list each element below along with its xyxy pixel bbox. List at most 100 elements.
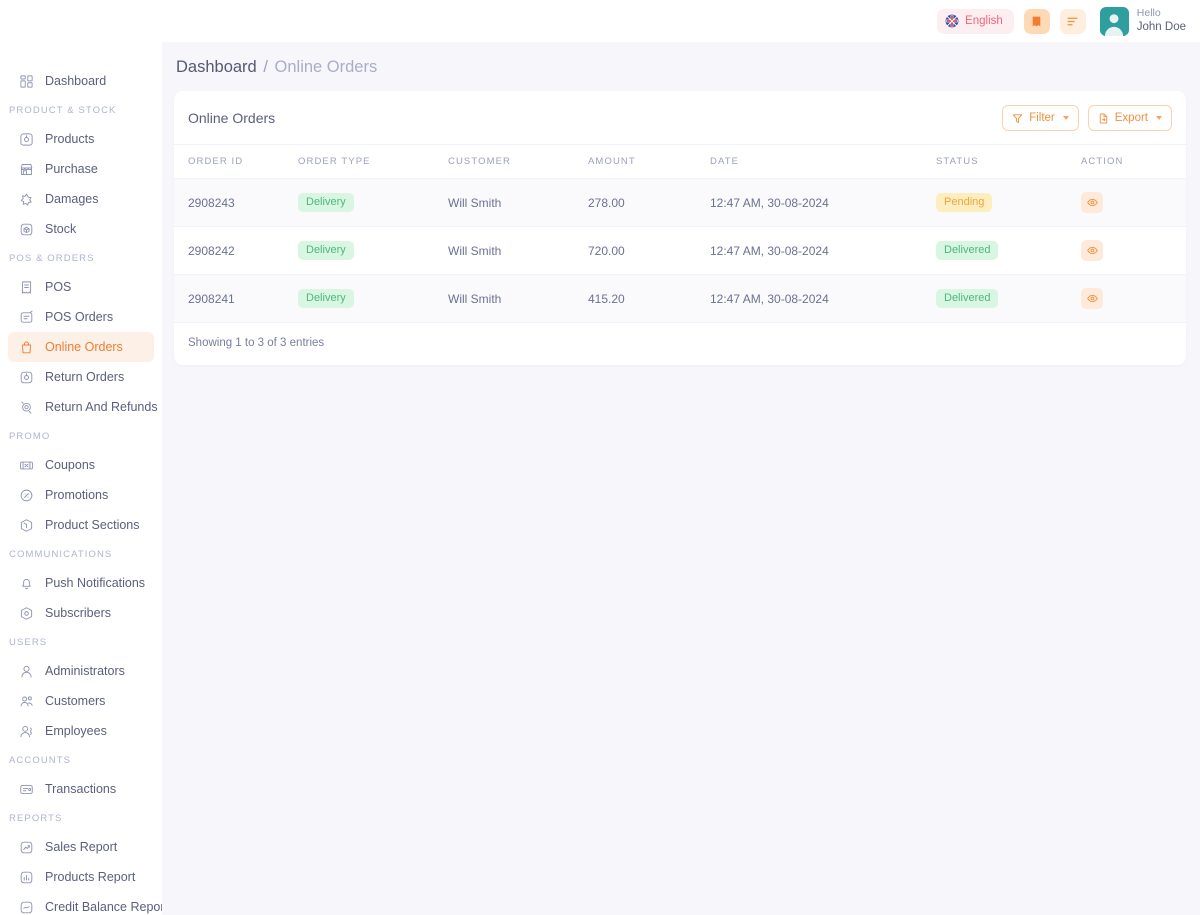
table-row[interactable]: 2908243 Delivery Will Smith 278.00 12:47 AM,… bbox=[174, 178, 1186, 227]
cell-action bbox=[1081, 178, 1186, 227]
sidebar-item-promotions[interactable]: Promotions bbox=[8, 480, 154, 510]
export-button[interactable]: Export bbox=[1087, 105, 1172, 131]
sidebar-item-transactions[interactable]: Transactions bbox=[8, 774, 154, 804]
cell-order-type: Delivery bbox=[298, 178, 448, 227]
cell-date: 12:47 AM, 30-08-2024 bbox=[710, 178, 936, 227]
sidebar-item-label: Return And Refunds bbox=[45, 400, 158, 414]
uk-flag-icon bbox=[945, 14, 959, 28]
card-title: Online Orders bbox=[188, 110, 276, 126]
sidebar-item-label: Product Sections bbox=[45, 518, 140, 532]
breadcrumb: Dashboard / Online Orders bbox=[174, 42, 1186, 91]
nav-section-title-promo: PROMO bbox=[9, 431, 51, 442]
sidebar-item-label: Purchase bbox=[45, 162, 98, 176]
nav-group: USERS Administrators Customers Employees bbox=[0, 636, 162, 746]
sidebar-item-label: Sales Report bbox=[45, 840, 118, 854]
filter-button[interactable]: Filter bbox=[1002, 105, 1079, 131]
online-orders-bag-icon bbox=[18, 339, 34, 355]
nav-group: Dashboard bbox=[0, 52, 162, 96]
user-text: Hello John Doe bbox=[1137, 7, 1186, 35]
book-icon-button[interactable] bbox=[1023, 8, 1050, 34]
sidebar-item-stock[interactable]: Stock bbox=[8, 214, 154, 244]
sidebar-item-pos-orders[interactable]: POS Orders bbox=[8, 302, 154, 332]
sidebar-item-label: Administrators bbox=[45, 664, 125, 678]
sidebar-item-pos[interactable]: POS bbox=[8, 272, 154, 302]
sidebar-item-label: Stock bbox=[45, 222, 77, 236]
nav-group: COMMUNICATIONS Push Notifications Subscrib… bbox=[0, 548, 162, 628]
sidebar-item-label: Dashboard bbox=[45, 74, 107, 88]
top-bar: English Hello John Doe bbox=[0, 0, 1200, 42]
funnel-icon bbox=[1012, 113, 1023, 124]
list-icon-button[interactable] bbox=[1059, 8, 1086, 34]
view-order-button[interactable] bbox=[1081, 192, 1103, 213]
nav-group: REPORTS Sales Report Products Report Credit… bbox=[0, 812, 162, 915]
return-orders-icon bbox=[18, 369, 34, 385]
user-menu[interactable]: Hello John Doe bbox=[1099, 6, 1186, 36]
sidebar-item-purchase[interactable]: Purchase bbox=[8, 154, 154, 184]
app-root: English Hello John Doe Dashboard PRODUCT… bbox=[0, 0, 1200, 915]
export-button-label: Export bbox=[1114, 112, 1148, 124]
sidebar-item-label: POS Orders bbox=[45, 310, 114, 324]
sidebar-item-online-orders[interactable]: Online Orders bbox=[8, 332, 154, 362]
product-box-icon bbox=[18, 131, 34, 147]
sidebar-item-customers[interactable]: Customers bbox=[8, 686, 154, 716]
nav-section-title-reports: REPORTS bbox=[9, 813, 63, 824]
cell-amount: 415.20 bbox=[588, 274, 710, 323]
sidebar-item-label: Employees bbox=[45, 724, 107, 738]
cell-date: 12:47 AM, 30-08-2024 bbox=[710, 274, 936, 323]
sidebar-item-label: Credit Balance Report bbox=[45, 900, 162, 914]
nav-group: ACCOUNTS Transactions bbox=[0, 754, 162, 804]
sidebar-item-label: POS bbox=[45, 280, 72, 294]
damages-broken-icon bbox=[18, 191, 34, 207]
nav-group: POS & ORDERS POS POS Orders Online Orders Re… bbox=[0, 252, 162, 422]
view-order-button[interactable] bbox=[1081, 240, 1103, 261]
sidebar-item-subscribers[interactable]: Subscribers bbox=[8, 598, 154, 628]
nav-section-title-pos-orders: POS & ORDERS bbox=[9, 253, 95, 264]
sidebar-item-label: Online Orders bbox=[45, 340, 123, 354]
table-row[interactable]: 2908241 Delivery Will Smith 415.20 12:47 AM,… bbox=[174, 274, 1186, 323]
table-header-row: ORDER ID ORDER TYPE CUSTOMER AMOUNT DATE… bbox=[174, 145, 1186, 179]
sidebar-item-product-sections[interactable]: Product Sections bbox=[8, 510, 154, 540]
sidebar-item-products[interactable]: Products bbox=[8, 124, 154, 154]
sidebar-item-products-report[interactable]: Products Report bbox=[8, 862, 154, 892]
column-header-amount: AMOUNT bbox=[588, 145, 710, 179]
sidebar-item-coupons[interactable]: Coupons bbox=[8, 450, 154, 480]
sidebar-item-credit-balance-report[interactable]: Credit Balance Report bbox=[8, 892, 162, 915]
cell-amount: 278.00 bbox=[588, 178, 710, 227]
sidebar-item-employees[interactable]: Employees bbox=[8, 716, 154, 746]
filter-button-label: Filter bbox=[1029, 112, 1055, 124]
column-header-date: DATE bbox=[710, 145, 936, 179]
cell-order-type: Delivery bbox=[298, 226, 448, 275]
sidebar-item-dashboard[interactable]: Dashboard bbox=[8, 66, 154, 96]
sidebar-item-push-notifications[interactable]: Push Notifications bbox=[8, 568, 154, 598]
sidebar-item-return-and-refunds[interactable]: Return And Refunds bbox=[8, 392, 158, 422]
cell-action bbox=[1081, 274, 1186, 323]
product-sections-icon bbox=[18, 517, 34, 533]
sidebar-item-sales-report[interactable]: Sales Report bbox=[8, 832, 154, 862]
column-header-order-type: ORDER TYPE bbox=[298, 145, 448, 179]
sales-chart-icon bbox=[18, 839, 34, 855]
language-selector[interactable]: English bbox=[937, 8, 1014, 34]
stock-cube-icon bbox=[18, 221, 34, 237]
sidebar-item-administrators[interactable]: Administrators bbox=[8, 656, 154, 686]
sidebar-item-damages[interactable]: Damages bbox=[8, 184, 154, 214]
status-badge: Delivered bbox=[936, 240, 999, 261]
sidebar-item-label: Coupons bbox=[45, 458, 96, 472]
credit-balance-icon bbox=[18, 899, 34, 915]
sidebar-item-label: Products bbox=[45, 132, 95, 146]
coupon-ticket-icon bbox=[18, 457, 34, 473]
main-content: Dashboard / Online Orders Online Orders bbox=[162, 0, 1200, 915]
sidebar-item-return-orders[interactable]: Return Orders bbox=[8, 362, 154, 392]
table-row[interactable]: 2908242 Delivery Will Smith 720.00 12:47 AM,… bbox=[174, 226, 1186, 275]
avatar bbox=[1099, 6, 1129, 36]
users-group-icon bbox=[18, 693, 34, 709]
view-order-button[interactable] bbox=[1081, 288, 1103, 309]
order-type-badge: Delivery bbox=[298, 240, 354, 261]
cell-amount: 720.00 bbox=[588, 226, 710, 275]
cell-customer: Will Smith bbox=[448, 226, 588, 275]
card-action-buttons: Filter Export bbox=[1002, 105, 1172, 131]
breadcrumb-root[interactable]: Dashboard bbox=[176, 58, 257, 76]
sidebar-item-label: Promotions bbox=[45, 488, 109, 502]
nav-group: PRODUCT & STOCK Products Purchase Damages St… bbox=[0, 104, 162, 244]
transactions-icon bbox=[18, 781, 34, 797]
sidebar-item-label: Push Notifications bbox=[45, 576, 146, 590]
